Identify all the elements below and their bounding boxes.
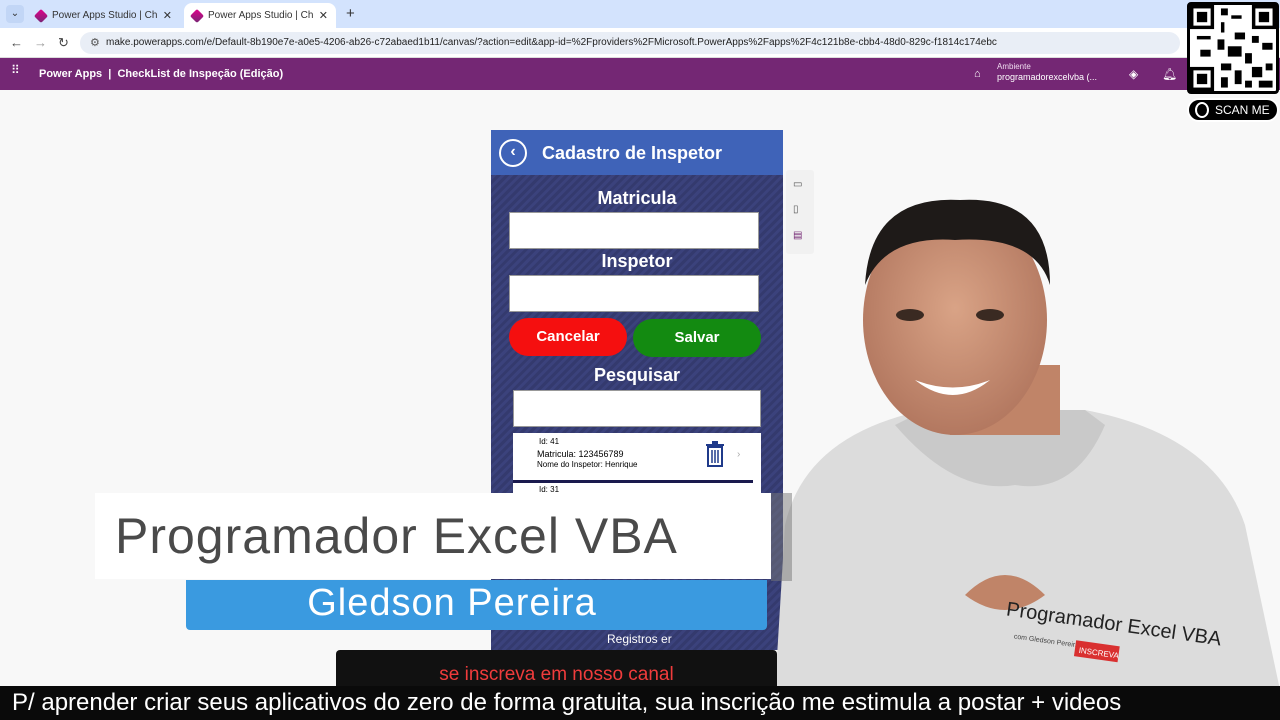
- environment-label: Ambiente: [997, 62, 1031, 71]
- monitor-icon[interactable]: ▭: [793, 179, 802, 190]
- lower-third-sub-bar: Gledson Pereira: [186, 580, 767, 630]
- lower-third-name: Programador Excel VBA: [115, 508, 678, 564]
- screen-header: ‹ Cadastro de Inspetor: [491, 130, 783, 175]
- close-icon[interactable]: ✕: [163, 9, 172, 22]
- tab-title: Power Apps Studio | CheckList: [52, 10, 157, 21]
- address-bar: ← → ↻ ⚙ make.powerapps.com/e/Default-8b1…: [0, 28, 1280, 58]
- screen-title: Cadastro de Inspetor: [542, 143, 723, 163]
- site-info-icon[interactable]: ⚙: [90, 32, 100, 54]
- lower-third-name-bar: Programador Excel VBA: [95, 493, 771, 579]
- inspetor-label: Inspetor: [601, 251, 673, 271]
- tab-list-button[interactable]: ⌄: [6, 5, 24, 23]
- scan-me-label: SCAN ME: [1215, 103, 1270, 117]
- new-tab-button[interactable]: +: [346, 5, 355, 22]
- copilot-icon[interactable]: ◈: [1129, 67, 1138, 81]
- browser-tab-bar: ⌄ Power Apps Studio | CheckList ✕ Power …: [0, 0, 1280, 28]
- phone-icon: [1195, 102, 1209, 118]
- chevron-right-icon[interactable]: ›: [737, 449, 740, 460]
- save-button[interactable]: Salvar: [633, 319, 761, 357]
- presenter-video: Programador Excel VBA com Gledson Pereir…: [775, 199, 1280, 690]
- list-item[interactable]: Id: 41 Matricula: 123456789 Nome do Insp…: [513, 433, 753, 479]
- item-id: Id: 41: [539, 437, 560, 446]
- power-apps-icon: [33, 8, 49, 23]
- trash-icon[interactable]: [705, 441, 725, 467]
- app-launcher-icon[interactable]: ⠿: [11, 64, 25, 76]
- item-nome: Nome do Inspetor: Henrique: [537, 460, 638, 469]
- search-input[interactable]: [513, 390, 761, 427]
- close-icon[interactable]: ✕: [319, 9, 328, 22]
- forward-icon[interactable]: →: [34, 35, 47, 50]
- url-input[interactable]: ⚙ make.powerapps.com/e/Default-8b190e7e-…: [80, 32, 1180, 54]
- qr-code-image: [1190, 5, 1276, 91]
- caption-text: P/ aprender criar seus aplicativos do ze…: [12, 689, 1122, 716]
- environment-icon[interactable]: ⌂: [974, 68, 981, 80]
- scan-me-badge: SCAN ME: [1187, 98, 1279, 122]
- records-footer: Registros er: [607, 632, 672, 646]
- qr-code[interactable]: [1187, 2, 1279, 94]
- subscribe-text: se inscreva em nosso canal: [439, 664, 674, 685]
- url-text: make.powerapps.com/e/Default-8b190e7e-a0…: [106, 37, 997, 48]
- back-arrow-icon[interactable]: ‹: [499, 139, 527, 167]
- browser-tab-1[interactable]: Power Apps Studio | CheckList ✕: [28, 3, 180, 28]
- search-label: Pesquisar: [593, 365, 681, 385]
- inspetor-input[interactable]: [509, 275, 759, 312]
- lower-third-shadow: [771, 493, 792, 581]
- app-title: Power Apps | CheckList de Inspeção (Ediç…: [39, 68, 284, 80]
- matricula-input[interactable]: [509, 212, 759, 249]
- browser-tab-2[interactable]: Power Apps Studio | CheckList ✕: [184, 3, 336, 28]
- reload-icon[interactable]: ↻: [58, 35, 69, 51]
- power-apps-header: ⠿ Power Apps | CheckList de Inspeção (Ed…: [0, 58, 1280, 90]
- item-matricula: Matricula: 123456789: [537, 449, 624, 459]
- lower-third-subtitle: Gledson Pereira: [307, 582, 597, 624]
- tab-title: Power Apps Studio | CheckList: [208, 10, 313, 21]
- cancel-button[interactable]: Cancelar: [509, 318, 627, 356]
- bell-icon[interactable]: 🔔︎: [1162, 67, 1177, 81]
- power-apps-icon: [189, 8, 205, 23]
- back-icon[interactable]: ←: [10, 35, 23, 50]
- environment-name[interactable]: programadorexcelvba (...: [997, 72, 1097, 82]
- matricula-label: Matricula: [597, 188, 677, 208]
- caption-bar: P/ aprender criar seus aplicativos do ze…: [0, 686, 1280, 720]
